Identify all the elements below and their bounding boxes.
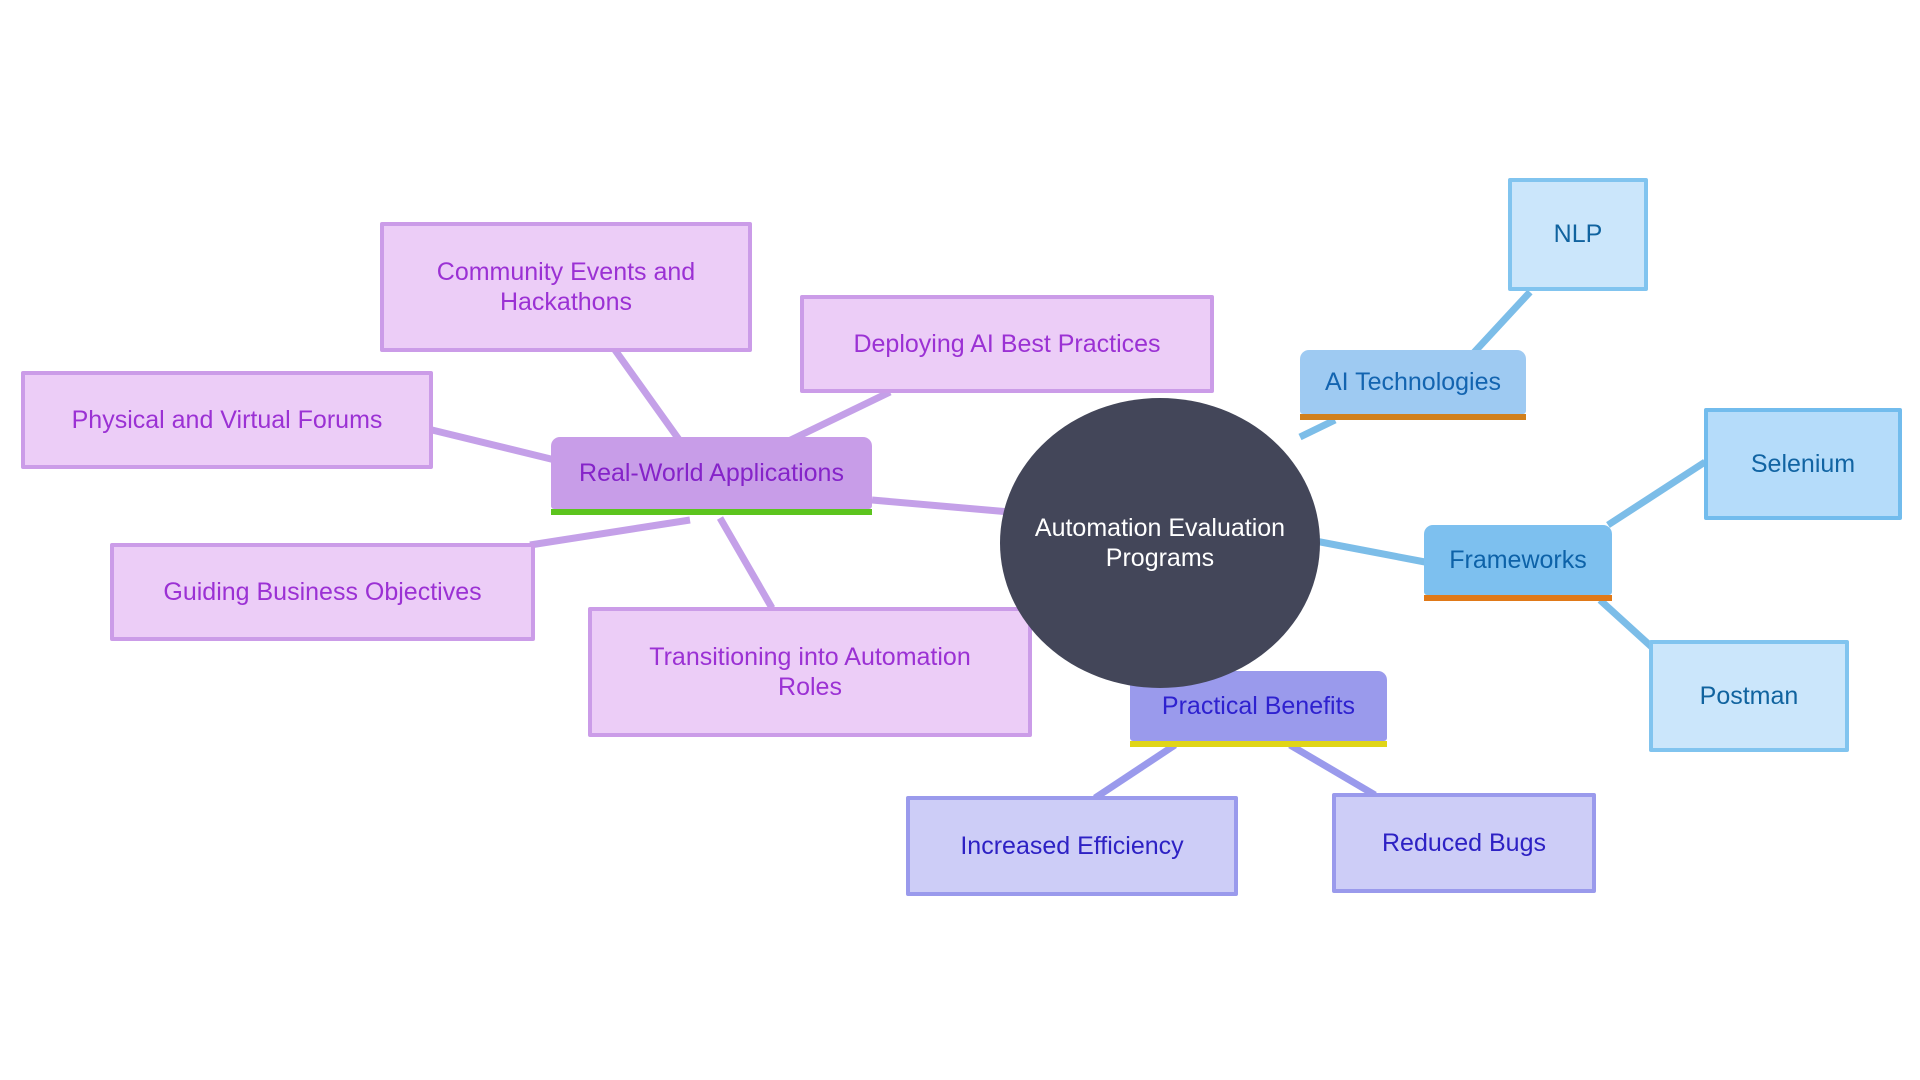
branch-node-frameworks[interactable]: Frameworks	[1424, 525, 1612, 601]
leaf-node-reduced-bugs[interactable]: Reduced Bugs	[1332, 793, 1596, 893]
branch-node-real-world-applications[interactable]: Real-World Applications	[551, 437, 872, 515]
leaf-node-guiding-business-objectives[interactable]: Guiding Business Objectives	[110, 543, 535, 641]
edge-practical-benefits-to-reduced-bugs	[1288, 741, 1377, 799]
edge-root-to-frameworks	[1309, 536, 1426, 566]
leaf-node-label-postman: Postman	[1699, 681, 1799, 710]
edge-real-world-to-physical-forums	[431, 426, 556, 464]
branch-node-label-real-world-applications: Real-World Applications	[579, 458, 844, 487]
leaf-node-label-selenium: Selenium	[1750, 449, 1856, 478]
accent-bar-green	[551, 509, 872, 515]
branch-node-label-ai-technologies: AI Technologies	[1324, 367, 1502, 396]
accent-bar-orange-frameworks	[1424, 595, 1612, 601]
leaf-node-label-community-events: Community Events and Hackathons	[436, 257, 696, 317]
leaf-node-postman[interactable]: Postman	[1649, 640, 1849, 752]
branch-node-label-practical-benefits: Practical Benefits	[1161, 691, 1356, 720]
root-node-automation-evaluation-programs[interactable]: Automation Evaluation Programs	[1000, 398, 1320, 688]
leaf-node-increased-efficiency[interactable]: Increased Efficiency	[906, 796, 1238, 896]
edge-practical-benefits-to-increased-efficiency	[1093, 742, 1177, 801]
edge-frameworks-to-selenium	[1606, 459, 1707, 528]
leaf-node-community-events-and-hackathons[interactable]: Community Events and Hackathons	[380, 222, 752, 352]
leaf-node-selenium[interactable]: Selenium	[1704, 408, 1902, 520]
edge-root-to-real-world-applications	[871, 496, 1011, 516]
leaf-node-deploying-ai-best-practices[interactable]: Deploying AI Best Practices	[800, 295, 1214, 393]
leaf-node-label-reduced-bugs: Reduced Bugs	[1381, 828, 1546, 857]
accent-bar-orange-ai	[1300, 414, 1526, 420]
edge-real-world-to-transitioning-roles	[716, 516, 776, 610]
leaf-node-label-guiding-business-objectives: Guiding Business Objectives	[163, 577, 482, 606]
leaf-node-nlp[interactable]: NLP	[1508, 178, 1648, 291]
leaf-node-transitioning-into-automation-roles[interactable]: Transitioning into Automation Roles	[588, 607, 1032, 737]
leaf-node-physical-and-virtual-forums[interactable]: Physical and Virtual Forums	[21, 371, 433, 469]
leaf-node-label-transitioning-automation-roles: Transitioning into Automation Roles	[649, 642, 971, 702]
leaf-node-label-physical-virtual-forums: Physical and Virtual Forums	[71, 405, 383, 434]
leaf-node-label-nlp: NLP	[1553, 220, 1603, 249]
edge-root-to-ai-technologies	[1298, 416, 1337, 441]
mindmap-canvas: Automation Evaluation Programs Real-Worl…	[0, 0, 1920, 1080]
root-node-label: Automation Evaluation Programs	[1034, 513, 1286, 573]
edge-real-world-to-guiding-objectives	[529, 516, 691, 549]
accent-bar-yellow	[1130, 741, 1387, 747]
edge-layer	[431, 289, 1707, 801]
edge-frameworks-to-postman	[1597, 597, 1658, 653]
branch-node-ai-technologies[interactable]: AI Technologies	[1300, 350, 1526, 420]
branch-node-label-frameworks: Frameworks	[1449, 545, 1587, 574]
leaf-node-label-deploying-ai-best-practices: Deploying AI Best Practices	[853, 329, 1161, 358]
leaf-node-label-increased-efficiency: Increased Efficiency	[960, 831, 1184, 860]
